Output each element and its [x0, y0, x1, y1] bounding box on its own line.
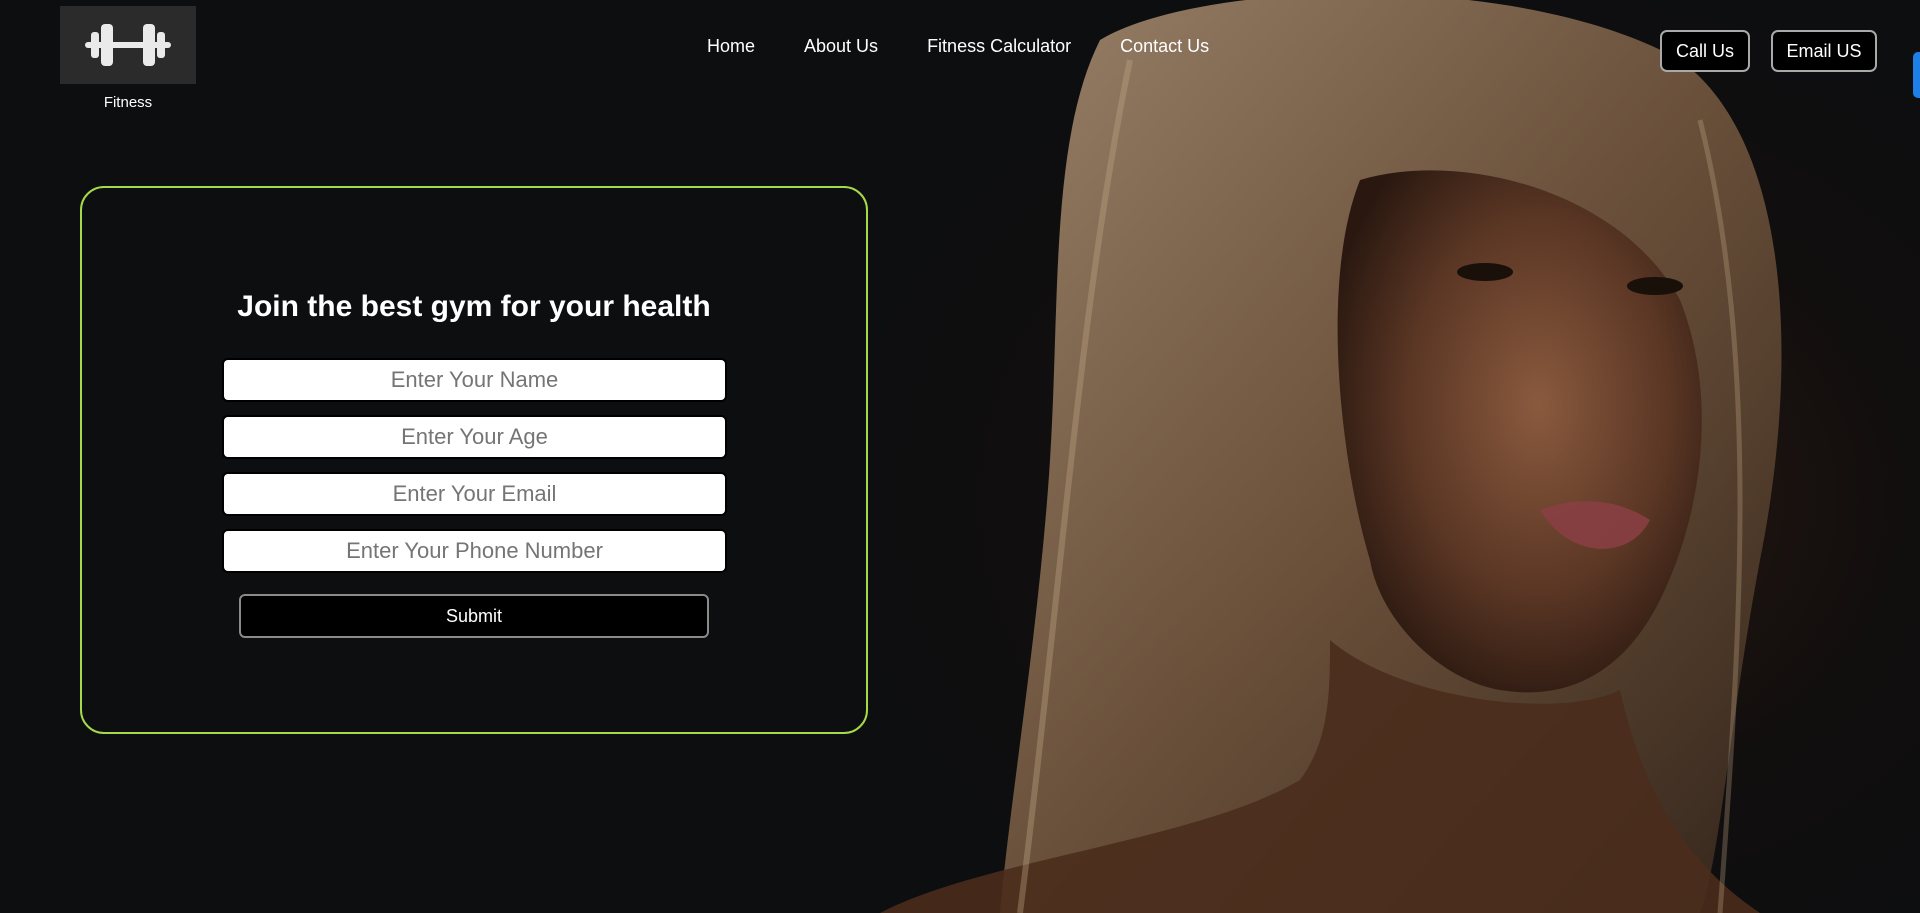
logo-caption: Fitness — [103, 94, 153, 111]
nav-home[interactable]: Home — [707, 36, 755, 57]
email-input[interactable] — [222, 472, 727, 516]
dumbbell-icon — [85, 24, 171, 66]
age-input[interactable] — [222, 415, 727, 459]
email-us-button[interactable]: Email US — [1771, 30, 1877, 72]
signup-title: Join the best gym for your health — [237, 290, 711, 323]
main-nav: Home About Us Fitness Calculator Contact… — [707, 36, 1209, 57]
phone-input[interactable] — [222, 529, 727, 573]
name-input[interactable] — [222, 358, 727, 402]
nav-about-us[interactable]: About Us — [804, 36, 878, 57]
call-us-button[interactable]: Call Us — [1660, 30, 1750, 72]
nav-contact-us[interactable]: Contact Us — [1120, 36, 1209, 57]
side-edge-tab[interactable] — [1913, 52, 1920, 98]
logo[interactable] — [60, 6, 196, 84]
nav-fitness-calculator[interactable]: Fitness Calculator — [927, 36, 1071, 57]
submit-button[interactable]: Submit — [239, 594, 709, 638]
signup-card: Join the best gym for your health Submit — [80, 186, 868, 734]
